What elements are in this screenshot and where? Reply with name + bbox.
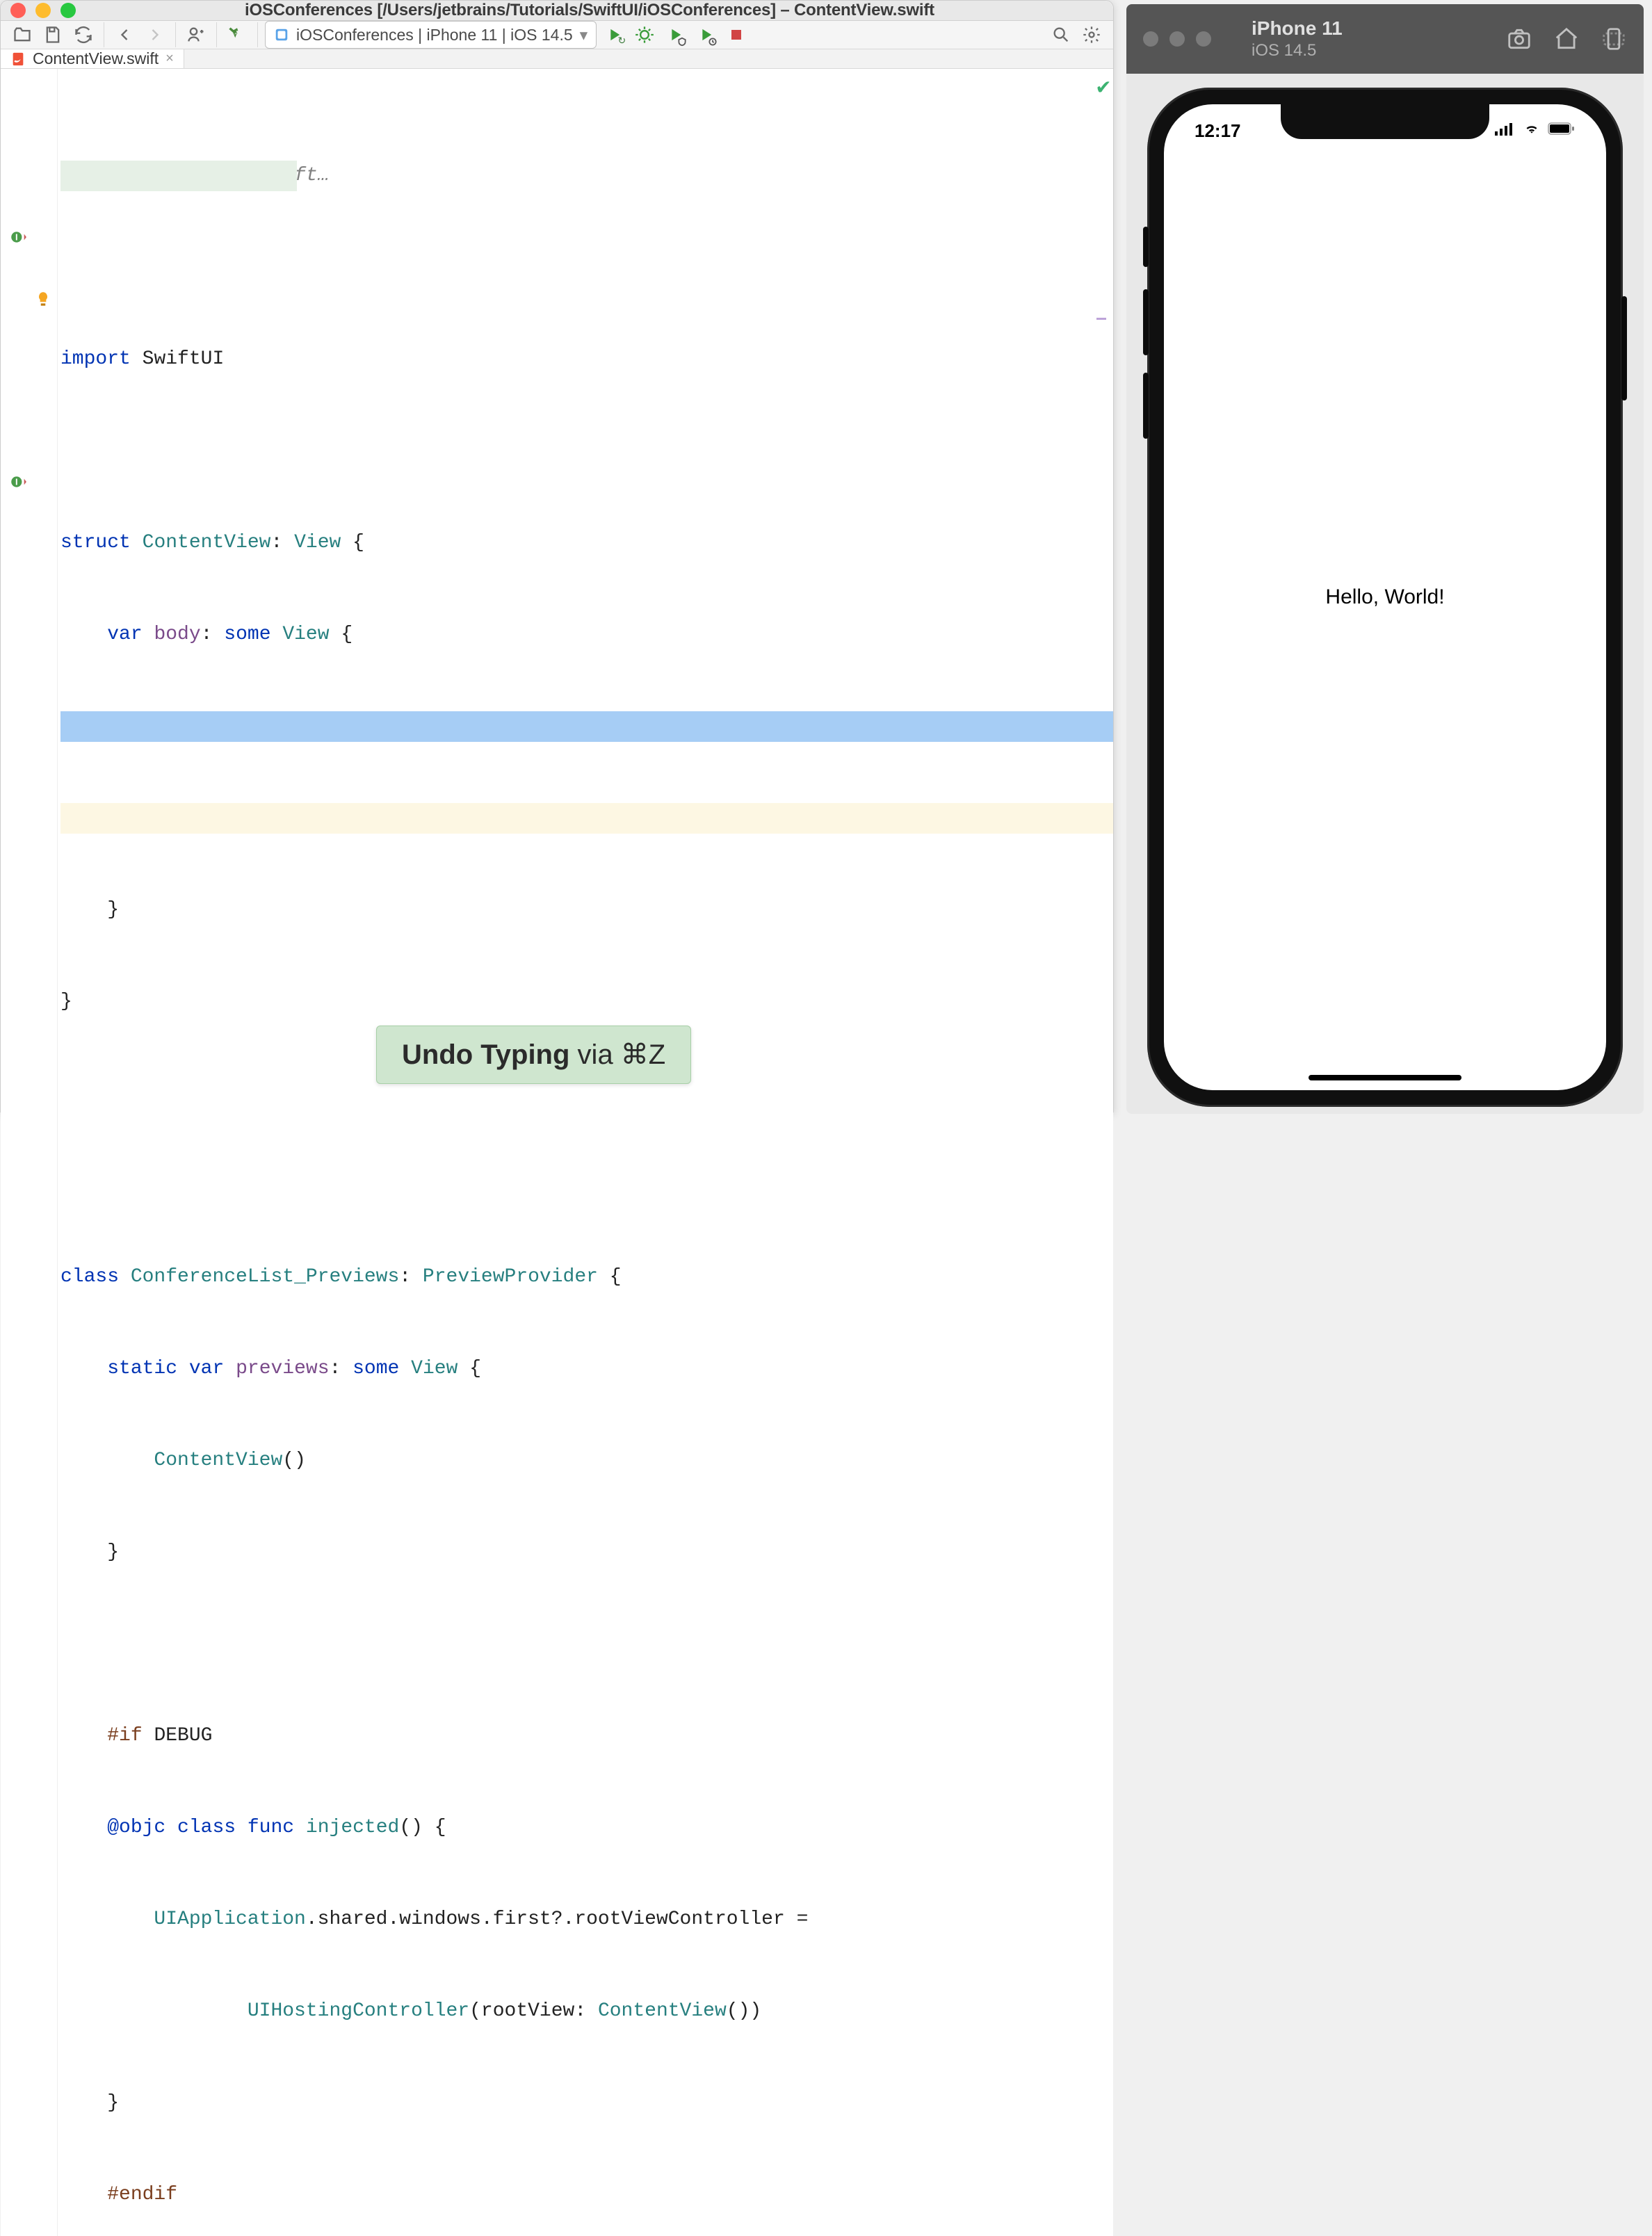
run-config-label: iOSConferences | iPhone 11 | iOS 14.5 bbox=[296, 26, 573, 44]
volume-up-button[interactable] bbox=[1143, 289, 1149, 355]
home-indicator[interactable] bbox=[1309, 1075, 1461, 1080]
separator bbox=[257, 22, 258, 47]
swift-file-icon bbox=[10, 51, 26, 67]
stop-icon[interactable] bbox=[723, 22, 750, 48]
simulator-titlebar: iPhone 11 iOS 14.5 bbox=[1126, 4, 1644, 74]
volume-down-button[interactable] bbox=[1143, 373, 1149, 439]
search-icon[interactable] bbox=[1048, 22, 1074, 48]
ios-simulator-window: iPhone 11 iOS 14.5 12:17 bbox=[1126, 4, 1644, 1114]
add-config-icon[interactable] bbox=[183, 22, 209, 48]
run-configuration-selector[interactable]: iOSConferences | iPhone 11 | iOS 14.5 ▾ bbox=[265, 21, 597, 49]
toast-via: via bbox=[569, 1039, 620, 1070]
close-tab-icon[interactable]: × bbox=[165, 51, 174, 67]
close-window-button[interactable] bbox=[10, 3, 26, 18]
simulator-traffic-lights bbox=[1143, 31, 1211, 47]
simulator-os-label: iOS 14.5 bbox=[1252, 41, 1343, 60]
build-icon[interactable] bbox=[224, 22, 250, 48]
phone-frame: 12:17 Hello, World! bbox=[1147, 88, 1623, 1107]
marker bbox=[1096, 318, 1106, 320]
toast-shortcut: ⌘Z bbox=[621, 1039, 665, 1070]
debug-icon[interactable] bbox=[631, 22, 658, 48]
side-button[interactable] bbox=[1621, 296, 1627, 400]
app-target-icon bbox=[274, 27, 289, 42]
toast-action: Undo Typing bbox=[402, 1039, 569, 1070]
minimize-window-button[interactable] bbox=[35, 3, 51, 18]
save-icon[interactable] bbox=[40, 22, 66, 48]
home-icon[interactable] bbox=[1553, 26, 1580, 52]
app-content: Hello, World! bbox=[1164, 104, 1606, 1090]
separator bbox=[175, 22, 176, 47]
sim-close-button[interactable] bbox=[1143, 31, 1158, 47]
phone-wrapper: 12:17 Hello, World! bbox=[1147, 88, 1623, 1107]
titlebar: iOSConferences [/Users/jetbrains/Tutoria… bbox=[1, 1, 1113, 21]
sim-zoom-button[interactable] bbox=[1196, 31, 1211, 47]
tab-contentview[interactable]: ContentView.swift × bbox=[1, 49, 184, 68]
sim-minimize-button[interactable] bbox=[1169, 31, 1185, 47]
hello-world-label: Hello, World! bbox=[1325, 585, 1444, 609]
main-toolbar: iOSConferences | iPhone 11 | iOS 14.5 ▾ … bbox=[1, 21, 1113, 49]
ide-window: iOSConferences [/Users/jetbrains/Tutoria… bbox=[0, 0, 1114, 1112]
editor-right-gutter: ✔ bbox=[1094, 69, 1113, 105]
code-editor[interactable]: I I // ContentView.swift… import SwiftUI… bbox=[1, 69, 1113, 2236]
settings-icon[interactable] bbox=[1078, 22, 1105, 48]
separator bbox=[216, 22, 217, 47]
run-icon[interactable]: ↻ bbox=[601, 22, 627, 48]
implements-gutter-icon[interactable]: I bbox=[9, 228, 27, 246]
coverage-icon[interactable] bbox=[662, 22, 688, 48]
gutter: I I bbox=[1, 69, 58, 2236]
simulator-device-label: iPhone 11 bbox=[1252, 17, 1343, 40]
forward-icon[interactable] bbox=[142, 22, 168, 48]
chevron-down-icon: ▾ bbox=[580, 26, 588, 44]
action-toast: Undo Typing via ⌘Z bbox=[376, 1026, 691, 1084]
implements-gutter-icon[interactable]: I bbox=[9, 473, 27, 491]
mute-switch[interactable] bbox=[1143, 227, 1149, 267]
traffic-lights bbox=[10, 3, 76, 18]
analysis-ok-icon[interactable]: ✔ bbox=[1095, 74, 1111, 105]
intention-bulb-icon[interactable] bbox=[34, 289, 55, 310]
svg-text:I: I bbox=[15, 476, 18, 487]
rotate-icon[interactable] bbox=[1601, 26, 1627, 52]
simulator-toolbar-icons bbox=[1506, 26, 1627, 52]
back-icon[interactable] bbox=[111, 22, 138, 48]
profile-icon[interactable] bbox=[693, 22, 719, 48]
sync-icon[interactable] bbox=[70, 22, 97, 48]
simulator-title: iPhone 11 iOS 14.5 bbox=[1252, 17, 1343, 60]
window-title: iOSConferences [/Users/jetbrains/Tutoria… bbox=[76, 1, 1103, 20]
zoom-window-button[interactable] bbox=[60, 3, 76, 18]
open-icon[interactable] bbox=[9, 22, 35, 48]
phone-screen[interactable]: 12:17 Hello, World! bbox=[1164, 104, 1606, 1090]
tab-label: ContentView.swift bbox=[33, 49, 159, 68]
code-content[interactable]: // ContentView.swift… import SwiftUI str… bbox=[58, 69, 1113, 2236]
svg-text:I: I bbox=[15, 232, 18, 242]
screenshot-icon[interactable] bbox=[1506, 26, 1532, 52]
editor-tabs: ContentView.swift × bbox=[1, 49, 1113, 69]
